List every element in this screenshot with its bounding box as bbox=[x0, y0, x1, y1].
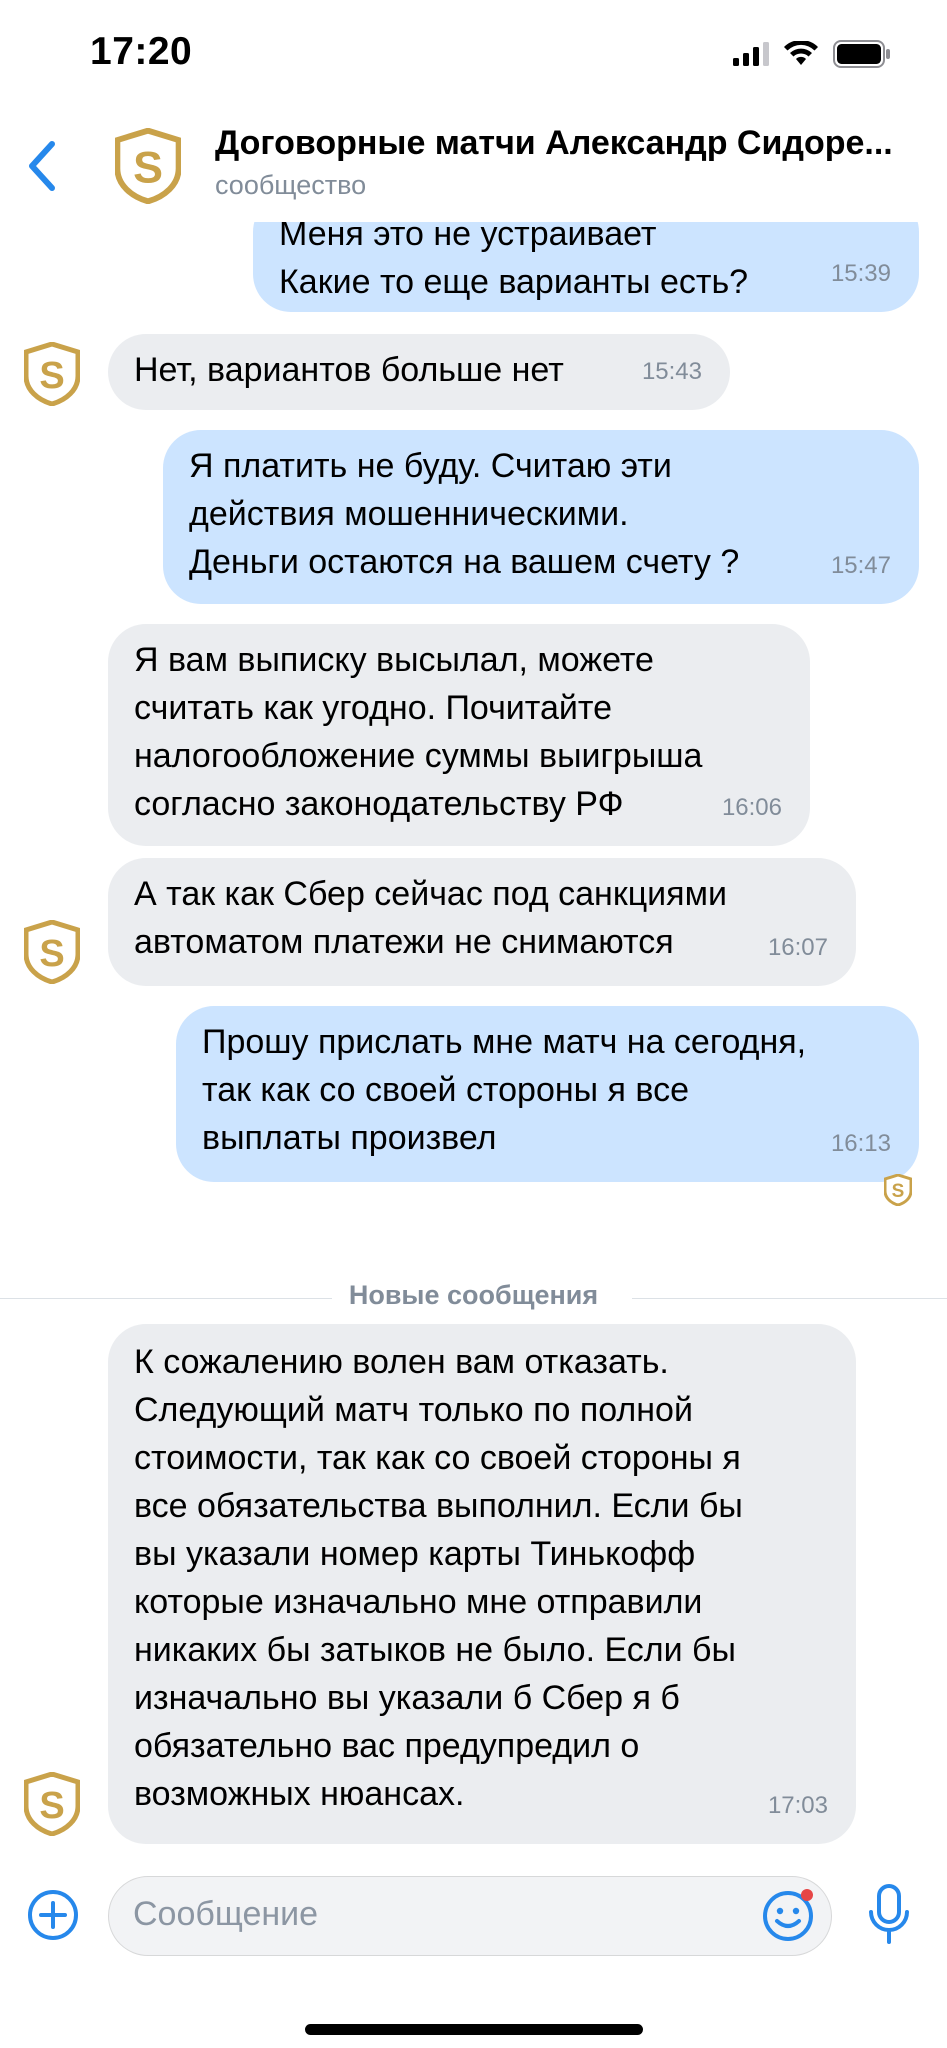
message-bubble[interactable]: Нет, вариантов больше нет 15:43 bbox=[108, 334, 730, 410]
message-text: Я вам выписку высылал, можете считать ка… bbox=[134, 641, 703, 823]
chat-subtitle: сообщество bbox=[215, 170, 367, 200]
chat-header: S Договорные матчи Александр Сидоре... с… bbox=[0, 110, 947, 222]
message-bubble[interactable]: К сожалению волен вам отказать. Следующи… bbox=[108, 1324, 856, 1844]
message-time: 16:13 bbox=[830, 1130, 891, 1157]
message-time: 16:06 bbox=[721, 794, 782, 821]
voice-message-button[interactable] bbox=[864, 1882, 914, 1948]
new-messages-divider: Новые сообщения bbox=[0, 1278, 947, 1318]
smile-icon bbox=[763, 1889, 813, 1941]
microphone-icon bbox=[869, 1884, 909, 1944]
message-text: Меня это не устраивает Какие то еще вари… bbox=[279, 222, 749, 301]
back-button[interactable] bbox=[20, 136, 64, 196]
message-time: 15:43 bbox=[641, 358, 702, 385]
svg-text:S: S bbox=[892, 1181, 905, 1202]
status-icons bbox=[733, 40, 891, 68]
message-text: К сожалению волен вам отказать. Следующи… bbox=[134, 1343, 743, 1813]
svg-text:S: S bbox=[133, 143, 163, 193]
status-time: 17:20 bbox=[90, 30, 193, 73]
sticker-button[interactable] bbox=[760, 1886, 818, 1944]
svg-text:S: S bbox=[39, 933, 64, 975]
message-text: А так как Сбер сейчас под санкциями авто… bbox=[134, 875, 727, 961]
wifi-icon bbox=[784, 41, 818, 65]
message-text: Я платить не буду. Считаю эти действия м… bbox=[189, 447, 740, 581]
chat-title[interactable]: Договорные матчи Александр Сидоре... bbox=[215, 124, 927, 163]
message-composer: Сообщение bbox=[0, 1852, 947, 2048]
svg-text:S: S bbox=[39, 1785, 64, 1827]
signal-icon bbox=[733, 42, 769, 66]
svg-text:S: S bbox=[39, 355, 64, 397]
message-time: 17:03 bbox=[767, 1792, 828, 1819]
message-text: Нет, вариантов больше нет bbox=[134, 351, 564, 389]
message-bubble[interactable]: Я платить не буду. Считаю эти действия м… bbox=[163, 430, 919, 604]
message-time: 15:39 bbox=[830, 260, 891, 287]
battery-icon bbox=[833, 40, 890, 68]
attach-button[interactable] bbox=[26, 1888, 80, 1942]
shield-logo-icon: S bbox=[23, 1771, 81, 1837]
message-bubble[interactable]: Меня это не устраивает Какие то еще вари… bbox=[253, 222, 919, 312]
read-receipt-avatar: S bbox=[883, 1173, 913, 1207]
message-input[interactable]: Сообщение bbox=[108, 1876, 832, 1956]
divider-label: Новые сообщения bbox=[348, 1280, 599, 1310]
status-bar: 17:20 bbox=[0, 0, 947, 110]
sender-avatar[interactable]: S bbox=[23, 919, 81, 985]
message-bubble[interactable]: Прошу прислать мне матч на сегодня, так … bbox=[176, 1006, 919, 1182]
message-time: 15:47 bbox=[830, 552, 891, 579]
chevron-left-icon bbox=[29, 141, 55, 191]
sender-avatar[interactable]: S bbox=[23, 341, 81, 407]
message-time: 16:07 bbox=[767, 934, 828, 961]
message-input-placeholder: Сообщение bbox=[133, 1895, 319, 1933]
divider-line bbox=[632, 1298, 947, 1299]
plus-circle-icon bbox=[28, 1890, 78, 1940]
shield-logo-icon: S bbox=[883, 1173, 913, 1207]
sender-avatar[interactable]: S bbox=[23, 1771, 81, 1837]
home-indicator[interactable] bbox=[305, 2024, 643, 2035]
community-avatar[interactable]: S bbox=[114, 127, 182, 205]
shield-logo-icon: S bbox=[23, 919, 81, 985]
message-list: Меня это не устраивает Какие то еще вари… bbox=[0, 222, 947, 1852]
shield-logo-icon: S bbox=[23, 341, 81, 407]
message-bubble[interactable]: А так как Сбер сейчас под санкциями авто… bbox=[108, 858, 856, 986]
message-bubble[interactable]: Я вам выписку высылал, можете считать ка… bbox=[108, 624, 810, 846]
message-text: Прошу прислать мне матч на сегодня, так … bbox=[202, 1023, 807, 1157]
shield-logo-icon: S bbox=[114, 127, 182, 205]
